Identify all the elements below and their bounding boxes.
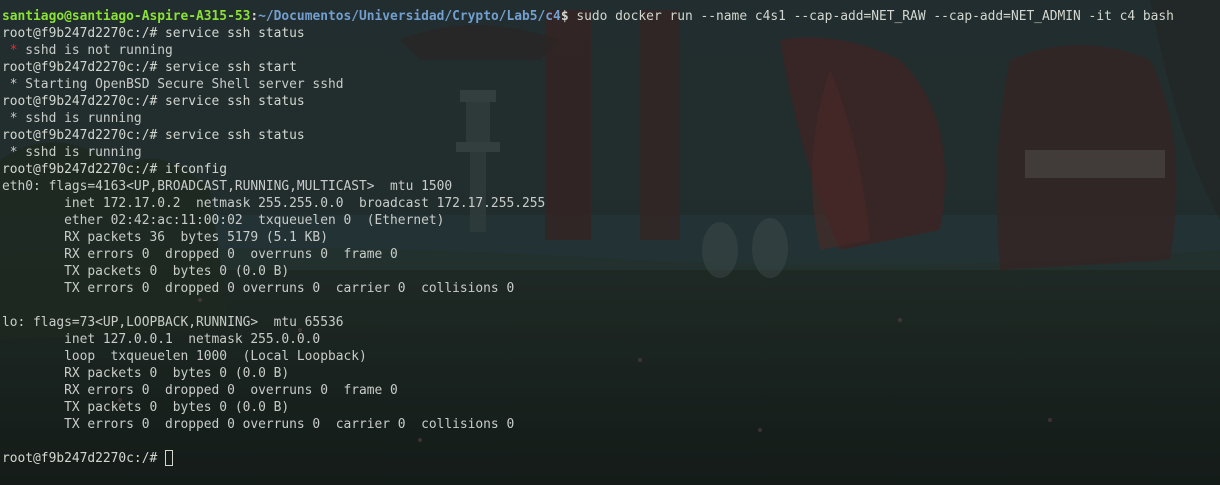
command-text: service ssh status xyxy=(164,94,305,109)
output-line: RX errors 0 dropped 0 overruns 0 frame 0 xyxy=(2,383,398,398)
current-path: ~/Documentos/Universidad/Crypto/Lab5/c4 xyxy=(258,9,561,24)
output-line: lo: flags=73<UP,LOOPBACK,RUNNING> mtu 65… xyxy=(2,315,344,330)
terminal-window[interactable]: santiago@santiago-Aspire-A315-53:~/Docum… xyxy=(0,0,1220,485)
output-line: TX errors 0 dropped 0 overruns 0 carrier… xyxy=(2,281,515,296)
output-line: eth0: flags=4163<UP,BROADCAST,RUNNING,MU… xyxy=(2,179,453,194)
output-line: TX errors 0 dropped 0 overruns 0 carrier… xyxy=(2,417,515,432)
command-text: service ssh status xyxy=(164,128,305,143)
command-text: service ssh start xyxy=(164,60,297,75)
container-prompt: root@f9b247d2270c:/# xyxy=(2,128,165,143)
output-line: inet 127.0.0.1 netmask 255.0.0.0 xyxy=(2,332,321,347)
output-line: * Starting OpenBSD Secure Shell server s… xyxy=(2,77,344,92)
output-line: RX packets 0 bytes 0 (0.0 B) xyxy=(2,366,290,381)
output-line: * sshd is running xyxy=(2,111,142,126)
error-text: sshd is not running xyxy=(17,43,173,58)
container-prompt: root@f9b247d2270c:/# xyxy=(2,26,165,41)
output-line: * sshd is running xyxy=(2,145,142,160)
terminal-output: santiago@santiago-Aspire-A315-53:~/Docum… xyxy=(2,8,1174,467)
error-output-line: * sshd is not running xyxy=(2,42,1174,59)
container-prompt: root@f9b247d2270c:/# xyxy=(2,60,165,75)
prompt-symbol: $ xyxy=(560,9,569,24)
output-line: TX packets 0 bytes 0 (0.0 B) xyxy=(2,264,290,279)
output-line: ether 02:42:ac:11:00:02 txqueuelen 0 (Et… xyxy=(2,213,445,228)
command-text: service ssh status xyxy=(164,26,305,41)
output-line: loop txqueuelen 1000 (Local Loopback) xyxy=(2,349,367,364)
command-line: root@f9b247d2270c:/# service ssh status xyxy=(2,127,1174,144)
text-cursor[interactable] xyxy=(164,450,173,466)
docker-command: sudo docker run --name c4s1 --cap-add=NE… xyxy=(568,9,1174,24)
command-line: root@f9b247d2270c:/# service ssh status xyxy=(2,25,1174,42)
active-prompt-line: root@f9b247d2270c:/# xyxy=(2,450,1174,467)
prompt-separator: : xyxy=(250,9,259,24)
error-marker: * xyxy=(2,43,18,58)
container-prompt: root@f9b247d2270c:/# xyxy=(2,451,165,466)
container-prompt: root@f9b247d2270c:/# xyxy=(2,94,165,109)
output-line: inet 172.17.0.2 netmask 255.255.0.0 broa… xyxy=(2,196,546,211)
output-lines: root@f9b247d2270c:/# service ssh status … xyxy=(2,25,1174,467)
output-line: RX errors 0 dropped 0 overruns 0 frame 0 xyxy=(2,247,398,262)
command-line: root@f9b247d2270c:/# service ssh start xyxy=(2,59,1174,76)
host-prompt-line: santiago@santiago-Aspire-A315-53:~/Docum… xyxy=(2,8,1174,25)
output-line: RX packets 36 bytes 5179 (5.1 KB) xyxy=(2,230,328,245)
command-line: root@f9b247d2270c:/# ifconfig xyxy=(2,161,1174,178)
container-prompt: root@f9b247d2270c:/# xyxy=(2,162,165,177)
command-line: root@f9b247d2270c:/# service ssh status xyxy=(2,93,1174,110)
user-host: santiago@santiago-Aspire-A315-53 xyxy=(2,9,251,24)
command-text: ifconfig xyxy=(164,162,228,177)
output-line: TX packets 0 bytes 0 (0.0 B) xyxy=(2,400,290,415)
